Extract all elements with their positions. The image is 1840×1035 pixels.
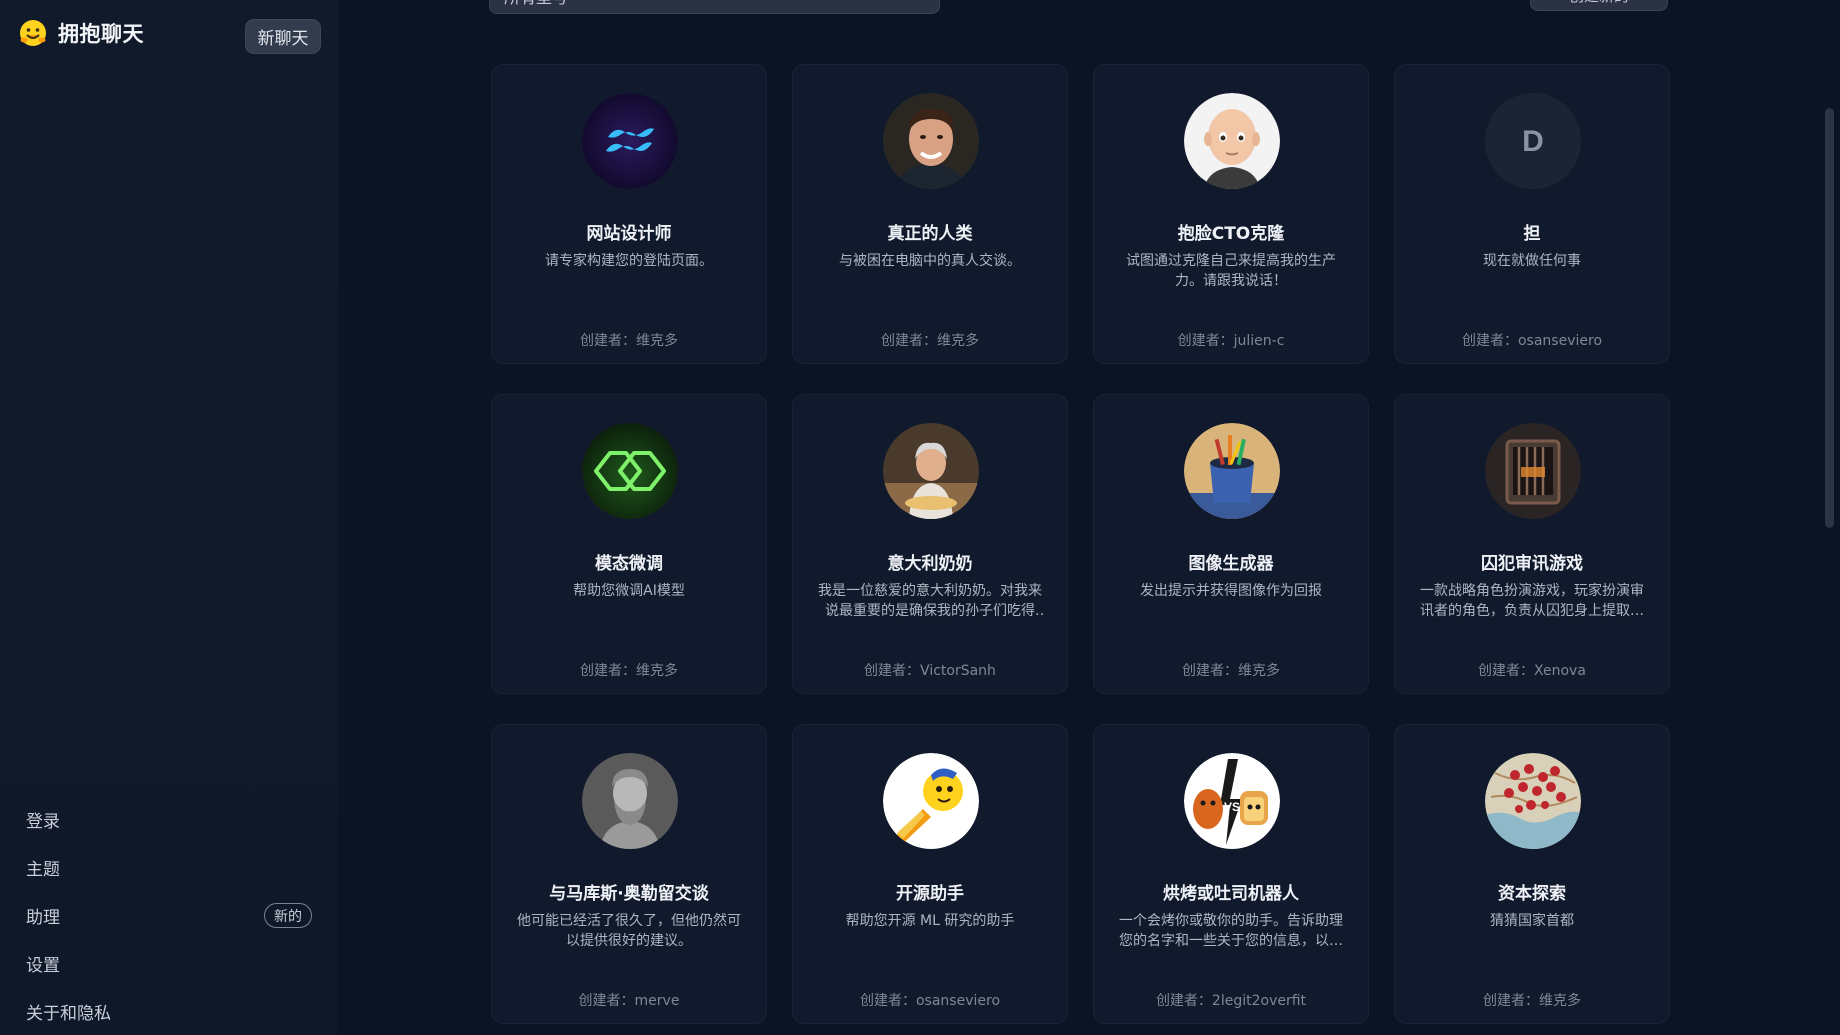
prison-cell-icon <box>1485 423 1581 519</box>
sidebar-item-assistants[interactable]: 助理 新的 <box>0 891 338 939</box>
assistant-description: 帮助您微调AI模型 <box>573 583 685 599</box>
sidebar-item-label: 设置 <box>26 955 60 976</box>
assistant-title: 抱脸CTO克隆 <box>1177 224 1285 244</box>
memoji-bald-icon <box>1184 93 1280 189</box>
assistant-author: 创建者：osanseviero <box>859 993 1001 1009</box>
assistant-title: 图像生成器 <box>1188 554 1274 574</box>
paint-bucket-icon <box>1184 423 1280 519</box>
assistant-title: 烘烤或吐司机器人 <box>1163 884 1299 904</box>
hugging-face-logo-icon <box>20 20 46 46</box>
create-assistant-button[interactable]: 创建新的 <box>1530 0 1668 11</box>
svg-text:VS: VS <box>1224 800 1240 814</box>
assistant-description: 一个会烤你或敬你的助手。告诉助理您的名字和一些关于您的信息，以便它回应。 <box>1119 913 1343 949</box>
rocket-duck-icon <box>883 753 979 849</box>
sidebar-item-label: 助理 <box>26 907 60 928</box>
sidebar-item-label: 登录 <box>26 811 60 832</box>
new-badge: 新的 <box>264 903 312 928</box>
map-pins-icon <box>1485 753 1581 849</box>
assistant-description: 猜猜国家首都 <box>1490 913 1574 929</box>
human-portrait-icon <box>883 93 979 189</box>
assistant-title: 资本探索 <box>1498 884 1566 904</box>
assistant-card[interactable]: 资本探索 猜猜国家首都 创建者：维克多 <box>1394 724 1670 1024</box>
assistant-card[interactable]: D 担 现在就做任何事 创建者：osanseviero <box>1394 64 1670 364</box>
assistant-description: 与被困在电脑中的真人交谈。 <box>839 253 1021 269</box>
sidebar-item-settings[interactable]: 设置 <box>0 939 338 987</box>
assistant-card[interactable]: 意大利奶奶 我是一位慈爱的意大利奶奶。对我来说最重要的是确保我的孙子们吃得好。 … <box>792 394 1068 694</box>
assistant-card[interactable]: VS 烘烤或吐司机器人 一个会烤你或敬你的助手。告诉助理您的名字和一些关于您的信… <box>1093 724 1369 1024</box>
sidebar-item-login[interactable]: 登录 <box>0 795 338 843</box>
brand[interactable]: 拥抱聊天 <box>18 18 144 48</box>
assistant-title: 模态微调 <box>595 554 663 574</box>
assistant-description: 请专家构建您的登陆页面。 <box>545 253 713 269</box>
sidebar-item-label: 主题 <box>26 859 60 880</box>
model-filter-select[interactable]: 所有型号 <box>489 0 940 14</box>
assistant-author: 创建者：维克多 <box>580 333 678 349</box>
svg-text:D: D <box>1522 125 1544 158</box>
assistant-title: 担 <box>1523 224 1541 244</box>
new-chat-button[interactable]: 新聊天 <box>245 19 321 54</box>
assistants-grid: 网站设计师 请专家构建您的登陆页面。 创建者：维克多 真正的人类 与被困在电脑中… <box>491 64 1670 1024</box>
grandma-cooking-icon <box>883 423 979 519</box>
sidebar-item-theme[interactable]: 主题 <box>0 843 338 891</box>
page-scrollbar[interactable] <box>1825 108 1834 528</box>
assistant-description: 现在就做任何事 <box>1483 253 1581 269</box>
app-root: 拥抱聊天 新聊天 登录 主题 助理 新的 设置 关于和隐私 所有型号 创建新的 <box>0 0 1840 1035</box>
assistant-card[interactable]: 真正的人类 与被困在电脑中的真人交谈。 创建者：维克多 <box>792 64 1068 364</box>
sidebar-item-about-privacy[interactable]: 关于和隐私 <box>0 987 338 1035</box>
assistant-author: 创建者：merve <box>578 993 680 1009</box>
assistant-description: 试图通过克隆自己来提高我的生产力。请跟我说话！ <box>1126 253 1336 289</box>
assistant-description: 帮助您开源 ML 研究的助手 <box>845 913 1015 929</box>
assistant-card[interactable]: 网站设计师 请专家构建您的登陆页面。 创建者：维克多 <box>491 64 767 364</box>
assistant-description: 我是一位慈爱的意大利奶奶。对我来说最重要的是确保我的孙子们吃得好。 <box>818 583 1042 619</box>
assistant-author: 创建者：维克多 <box>881 333 979 349</box>
assistant-description: 发出提示并获得图像作为回报 <box>1140 583 1322 599</box>
assistant-title: 意大利奶奶 <box>887 554 973 574</box>
assistant-author: 创建者：维克多 <box>580 663 678 679</box>
modal-logo-icon <box>582 423 678 519</box>
assistant-card[interactable]: 囚犯审讯游戏 一款战略角色扮演游戏，玩家扮演审讯者的角色，负责从囚犯身上提取信息… <box>1394 394 1670 694</box>
tailwind-logo-icon <box>582 93 678 189</box>
letter-avatar-icon: D <box>1485 93 1581 189</box>
assistant-title: 与马库斯·奥勒留交谈 <box>549 884 709 904</box>
assistant-title: 囚犯审讯游戏 <box>1481 554 1583 574</box>
assistant-author: 创建者：2legit2overfit <box>1155 993 1307 1009</box>
assistant-author: 创建者：julien-c <box>1177 333 1285 349</box>
assistant-card[interactable]: 图像生成器 发出提示并获得图像作为回报 创建者：维克多 <box>1093 394 1369 694</box>
assistant-card[interactable]: 模态微调 帮助您微调AI模型 创建者：维克多 <box>491 394 767 694</box>
assistant-card[interactable]: 开源助手 帮助您开源 ML 研究的助手 创建者：osanseviero <box>792 724 1068 1024</box>
sidebar: 拥抱聊天 新聊天 登录 主题 助理 新的 设置 关于和隐私 <box>0 0 338 1035</box>
roast-vs-toast-icon: VS <box>1184 753 1280 849</box>
assistant-title: 开源助手 <box>896 884 964 904</box>
sidebar-menu: 登录 主题 助理 新的 设置 关于和隐私 <box>0 795 338 1035</box>
brand-name: 拥抱聊天 <box>58 22 144 46</box>
assistant-description: 他可能已经活了很久了，但他仍然可以提供很好的建议。 <box>517 913 741 949</box>
assistant-card[interactable]: 抱脸CTO克隆 试图通过克隆自己来提高我的生产力。请跟我说话！ 创建者：juli… <box>1093 64 1369 364</box>
assistant-title: 网站设计师 <box>586 224 672 244</box>
sidebar-item-label: 关于和隐私 <box>26 1003 111 1024</box>
assistant-author: 创建者：VictorSanh <box>864 663 996 679</box>
assistant-title: 真正的人类 <box>887 224 973 244</box>
assistant-author: 创建者：维克多 <box>1182 663 1280 679</box>
assistant-author: 创建者：osanseviero <box>1461 333 1603 349</box>
assistant-author: 创建者：Xenova <box>1478 663 1586 679</box>
assistant-card[interactable]: 与马库斯·奥勒留交谈 他可能已经活了很久了，但他仍然可以提供很好的建议。 创建者… <box>491 724 767 1024</box>
assistant-author: 创建者：维克多 <box>1483 993 1581 1009</box>
assistant-description: 一款战略角色扮演游戏，玩家扮演审讯者的角色，负责从囚犯身上提取信息。 <box>1420 583 1644 619</box>
marble-bust-icon <box>582 753 678 849</box>
